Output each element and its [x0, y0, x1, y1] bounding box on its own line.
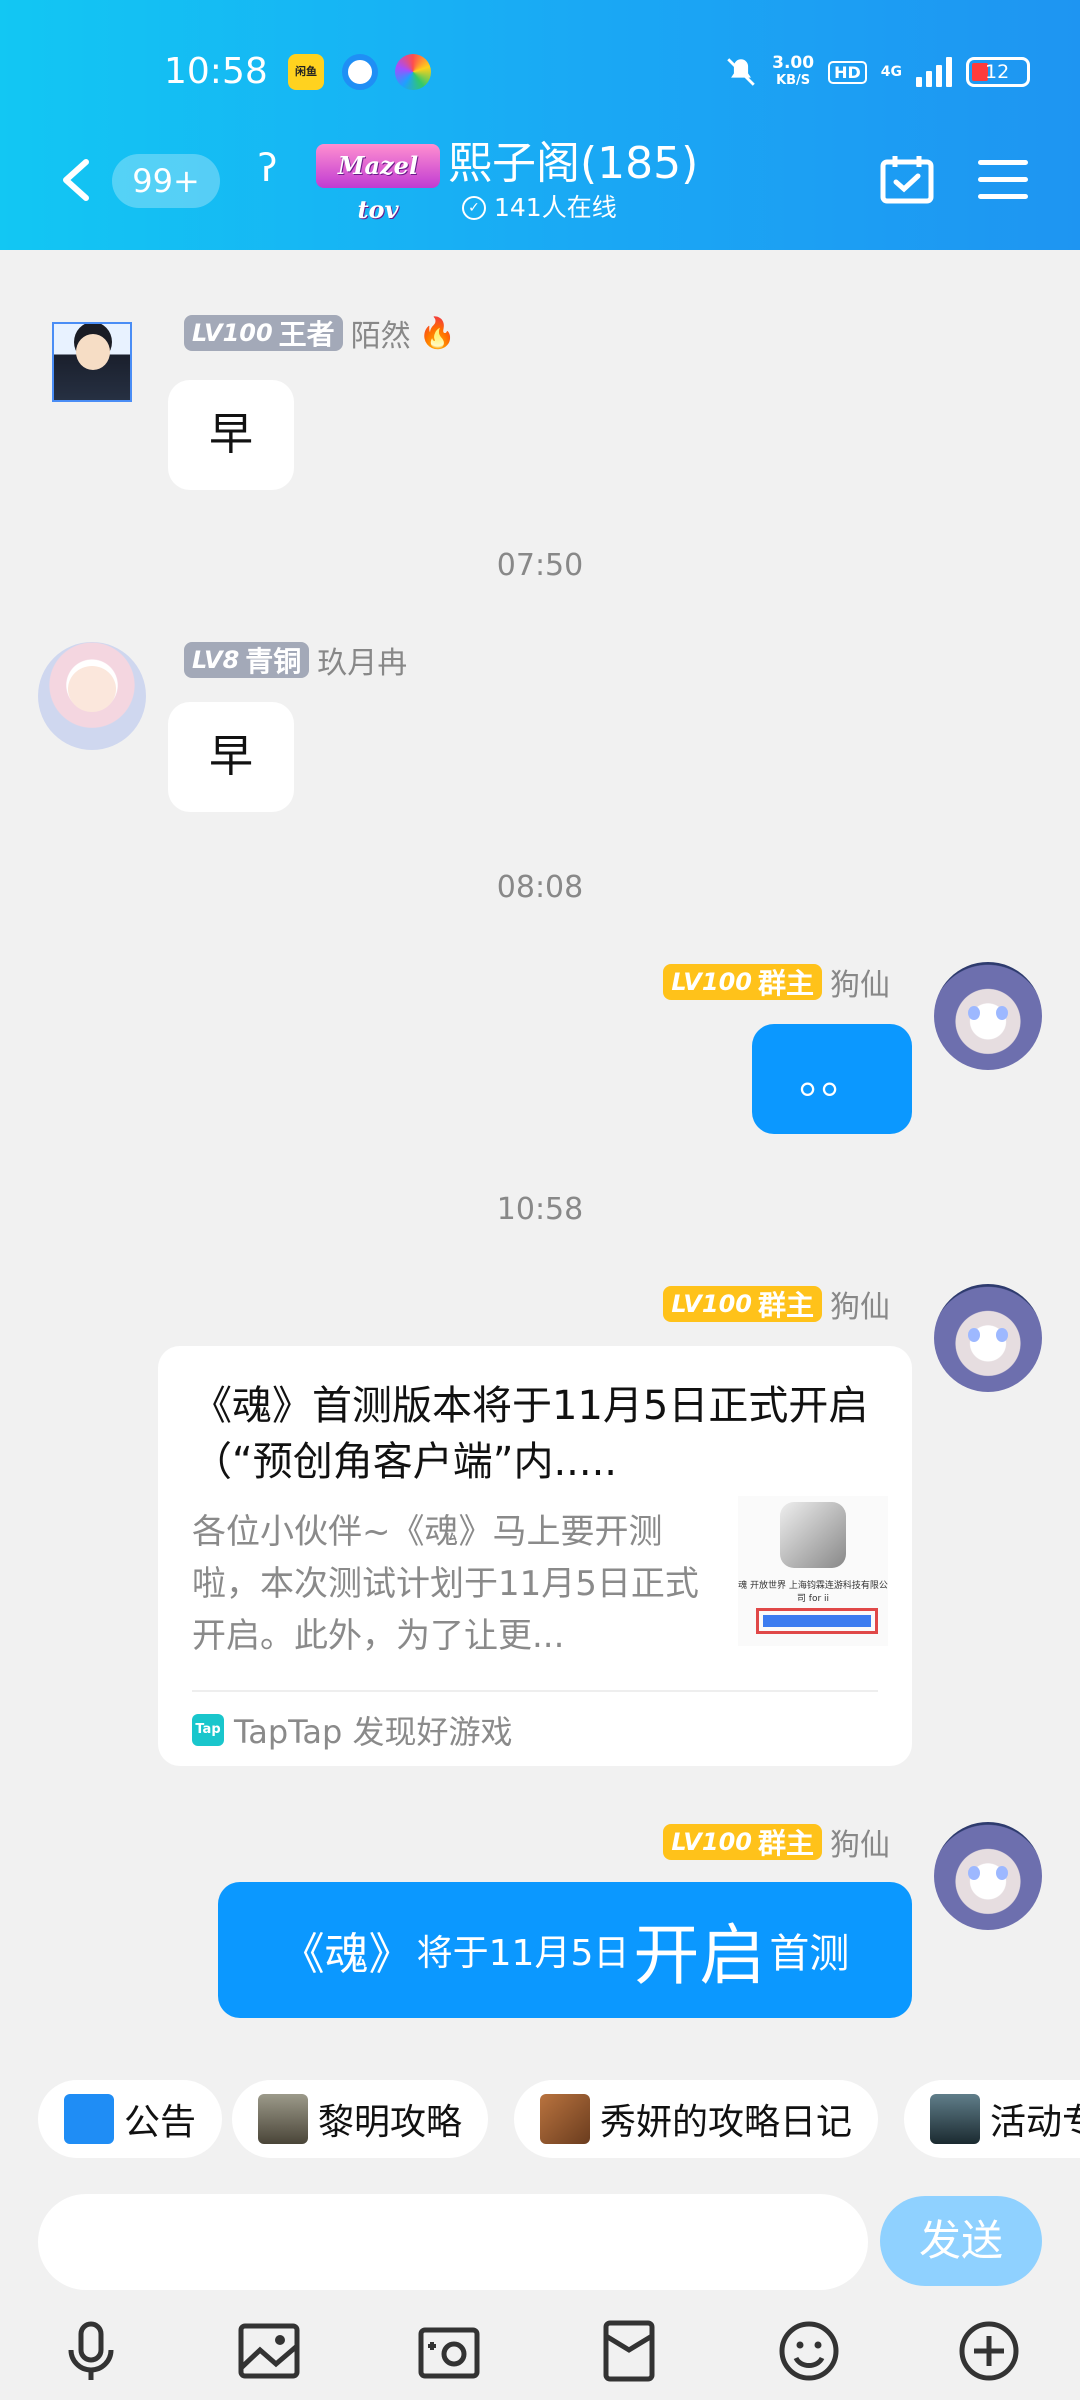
sender-name[interactable]: 狗仙	[830, 1820, 890, 1864]
microphone-icon[interactable]	[58, 2318, 124, 2384]
plus-icon[interactable]	[956, 2318, 1022, 2384]
xianyu-app-icon: 闲鱼	[288, 54, 324, 90]
earpiece-icon[interactable]: ʔ	[258, 146, 277, 190]
back-arrow-icon[interactable]	[56, 158, 96, 202]
network-type: 4G	[880, 64, 902, 80]
camera-icon[interactable]	[416, 2318, 482, 2384]
group-title[interactable]: 熙子阁(185)	[448, 136, 698, 192]
mazel-tov-badge: Mazel tov	[316, 144, 440, 224]
calendar-check-icon[interactable]	[880, 154, 934, 204]
shortcut-notice[interactable]: 公告	[38, 2080, 223, 2158]
level-badge: LV100 王者	[184, 315, 343, 351]
browser-app-icon	[342, 54, 378, 90]
level-badge: LV8 青铜	[184, 642, 310, 678]
level-badge: LV100 群主	[663, 1286, 822, 1322]
input-row: 发送	[0, 2190, 1080, 2300]
message-bubble[interactable]: 早	[168, 702, 294, 812]
sender-name[interactable]: 狗仙	[830, 1282, 890, 1326]
sender-line: LV100 王者 陌然 🔥	[184, 311, 457, 355]
emoji-icon[interactable]	[776, 2318, 842, 2384]
check-circle-icon: ✓	[462, 196, 486, 220]
card-thumbnail: 魂 开放世界 上海钧霖连游科技有限公司 for ii	[738, 1496, 888, 1646]
sender-name[interactable]: 玖月冉	[317, 638, 407, 682]
message-input[interactable]	[38, 2194, 868, 2290]
shortcut-diary[interactable]: 秀妍的攻略日记	[514, 2080, 879, 2158]
avatar[interactable]	[52, 322, 132, 402]
sender-line: LV8 青铜 玖月冉	[184, 638, 407, 682]
fire-icon: 🔥	[418, 315, 457, 351]
sender-line: LV100 群主 狗仙	[663, 1282, 890, 1326]
message-bubble[interactable]: 。。	[752, 1024, 912, 1134]
hd-badge: HD	[828, 60, 867, 84]
battery-icon: 12	[966, 57, 1030, 87]
avatar[interactable]	[934, 1822, 1042, 1930]
taptap-icon: Tap	[192, 1714, 224, 1746]
mute-icon	[727, 58, 755, 86]
timestamp: 07:50	[496, 548, 584, 583]
shortcut-dawn-guide[interactable]: 黎明攻略	[232, 2080, 489, 2158]
link-share-card[interactable]: 《魂》首测版本将于11月5日正式开启（“预创角客户端”内..... 各位小伙伴~…	[158, 1346, 912, 1766]
activity-icon	[930, 2094, 980, 2144]
dawn-guide-icon	[258, 2094, 308, 2144]
diary-icon	[540, 2094, 590, 2144]
unread-badge[interactable]: 99+	[112, 154, 220, 208]
avatar[interactable]	[934, 1284, 1042, 1392]
timestamp: 08:08	[496, 870, 584, 905]
chat-header: 10:58 闲鱼 3.00 KB/S HD 4G 12 99+ ʔ Mazel …	[0, 0, 1080, 250]
card-source: Tap TapTap 发现好游戏	[192, 1706, 513, 1754]
send-button[interactable]: 发送	[880, 2196, 1042, 2286]
signal-icon	[916, 57, 952, 87]
card-title: 《魂》首测版本将于11月5日正式开启（“预创角客户端”内.....	[192, 1383, 869, 1485]
level-badge: LV100 群主	[663, 964, 822, 1000]
online-status[interactable]: ✓ 141人在线	[462, 192, 617, 224]
status-bar: 10:58 闲鱼 3.00 KB/S HD 4G 12	[0, 50, 1080, 94]
avatar[interactable]	[934, 962, 1042, 1070]
net-speed: 3.00 KB/S	[772, 53, 815, 88]
nav-row: 99+ ʔ Mazel tov 熙子阁(185) ✓ 141人在线	[0, 138, 1080, 224]
color-app-icon	[395, 54, 431, 90]
red-packet-icon[interactable]	[596, 2318, 662, 2384]
message-bubble[interactable]: 早	[168, 380, 294, 490]
divider	[192, 1690, 878, 1692]
sender-name[interactable]: 狗仙	[830, 960, 890, 1004]
bottom-toolbar	[0, 2300, 1080, 2400]
status-time: 10:58	[164, 51, 268, 92]
message-bubble[interactable]: 《魂》 将于11月5日 开启 首测	[218, 1882, 912, 2018]
thumbnail-button	[756, 1608, 878, 1634]
notice-icon	[64, 2094, 114, 2144]
image-icon[interactable]	[236, 2318, 302, 2384]
card-description: 各位小伙伴~《魂》马上要开测啦，本次测试计划于11月5日正式开启。此外，为了让更…	[192, 1512, 699, 1656]
game-logo-icon	[780, 1502, 846, 1568]
shortcut-activity[interactable]: 活动专	[904, 2080, 1080, 2158]
sender-line: LV100 群主 狗仙	[663, 1820, 890, 1864]
timestamp: 10:58	[496, 1192, 584, 1227]
avatar[interactable]	[38, 642, 146, 750]
sender-line: LV100 群主 狗仙	[663, 960, 890, 1004]
sender-name[interactable]: 陌然	[351, 311, 411, 355]
level-badge: LV100 群主	[663, 1824, 822, 1860]
menu-icon[interactable]	[978, 160, 1028, 200]
quick-shortcut-bar: 公告 黎明攻略 秀妍的攻略日记 活动专	[0, 2070, 1080, 2176]
